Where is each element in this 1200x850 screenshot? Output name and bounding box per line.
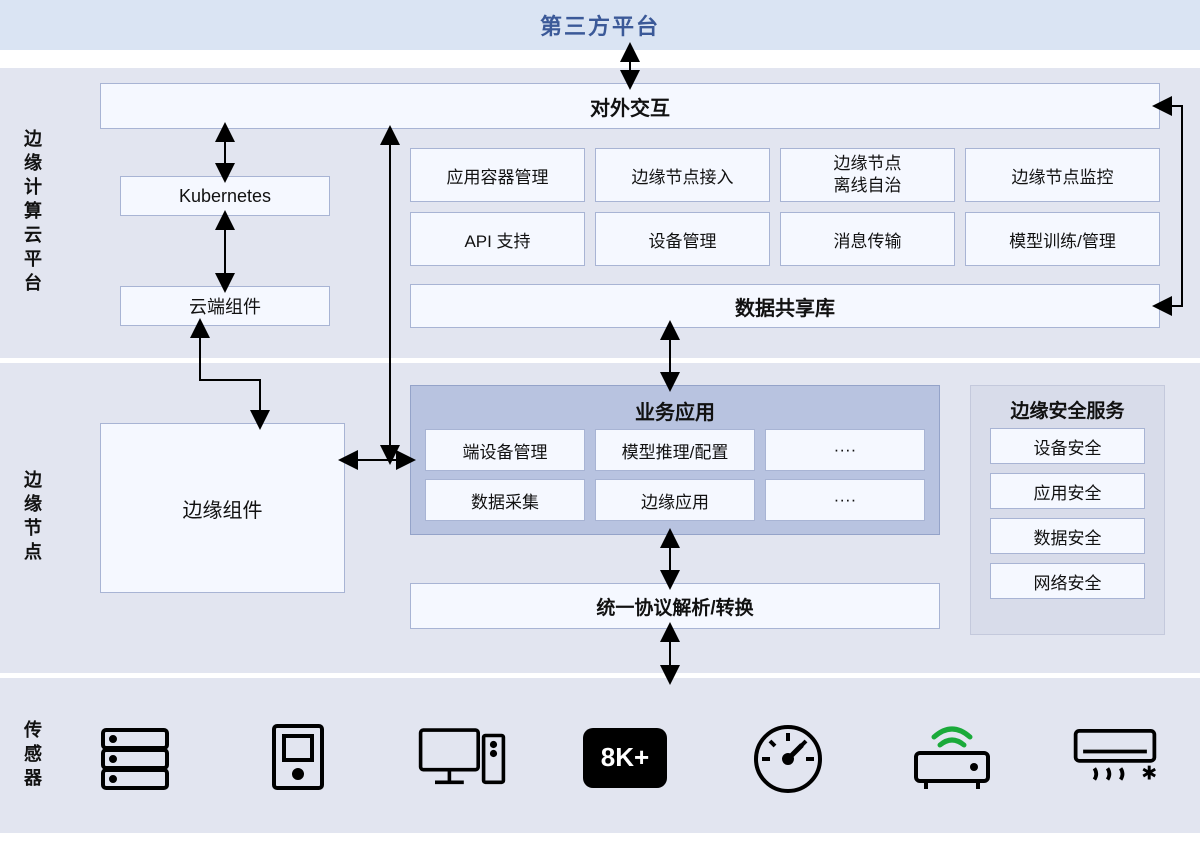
connector-arrows	[0, 0, 1200, 850]
